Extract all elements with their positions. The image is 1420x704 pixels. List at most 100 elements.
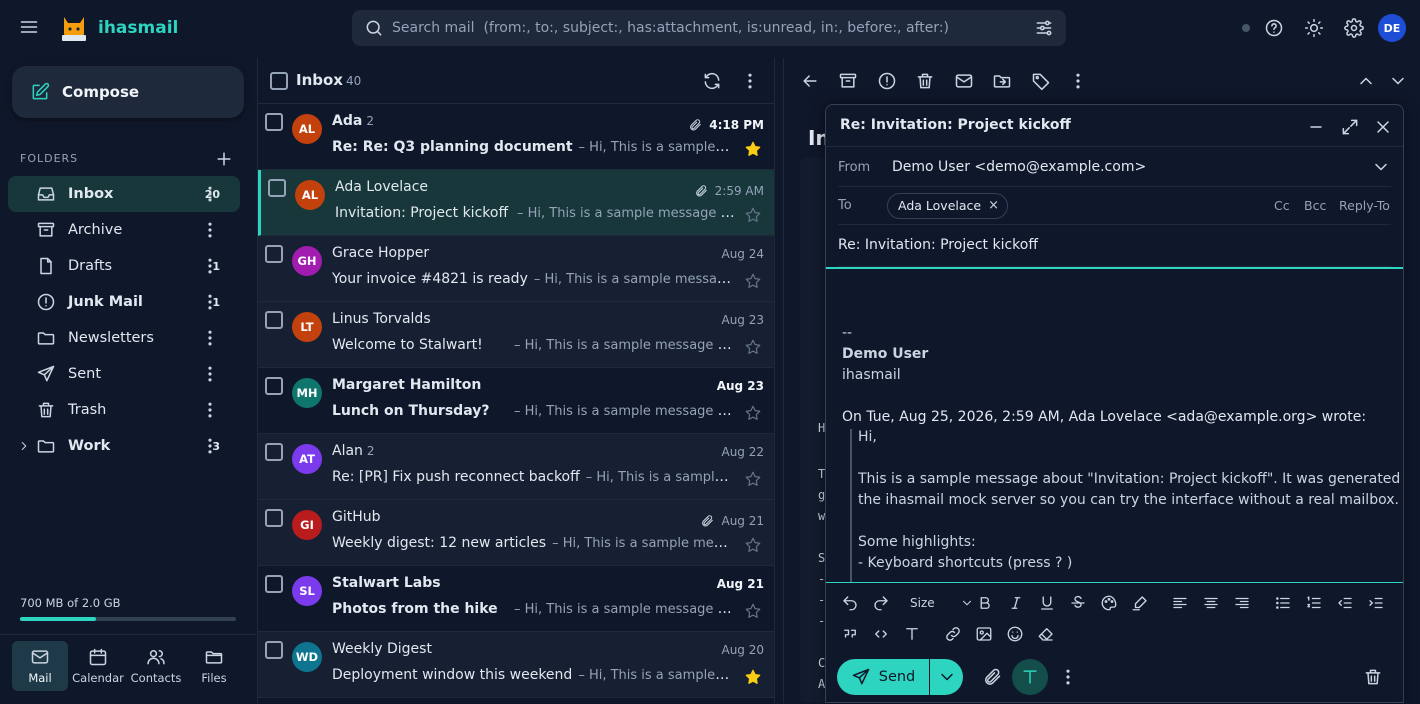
search-input[interactable]	[392, 10, 1022, 46]
back-arrow-icon[interactable]	[800, 71, 820, 91]
insert-link-icon[interactable]	[943, 624, 963, 644]
label-tag-icon[interactable]	[1031, 71, 1051, 91]
previous-message-chevron-up-icon[interactable]	[1356, 71, 1376, 91]
undo-icon[interactable]	[840, 593, 860, 613]
send-button[interactable]: Send	[837, 659, 929, 695]
row-checkbox[interactable]	[265, 443, 283, 461]
chevron-right-icon[interactable]	[16, 438, 32, 454]
refresh-icon[interactable]	[702, 71, 722, 91]
star-icon[interactable]	[744, 272, 762, 290]
search-bar[interactable]	[352, 10, 1066, 46]
sidebar-item-drafts[interactable]: Drafts 1	[8, 248, 240, 284]
star-icon[interactable]	[744, 404, 762, 422]
message-row[interactable]: LT Linus Torvalds Aug 23 Welcome to Stalwar…	[258, 302, 774, 368]
row-checkbox[interactable]	[265, 509, 283, 527]
menu-icon[interactable]	[19, 17, 39, 37]
chevron-down-icon[interactable]	[1371, 157, 1391, 177]
app-calendar[interactable]: Calendar	[70, 641, 126, 691]
mark-unread-mail-icon[interactable]	[954, 71, 974, 91]
outdent-icon[interactable]	[1335, 593, 1355, 613]
delete-trash-icon[interactable]	[915, 71, 935, 91]
message-row[interactable]: WD Weekly Digest Aug 20 Deployment window t…	[258, 632, 774, 698]
strikethrough-icon[interactable]	[1068, 593, 1088, 613]
more-vertical-icon[interactable]	[1058, 667, 1078, 687]
user-avatar[interactable]: DE	[1378, 14, 1406, 42]
minimize-icon[interactable]	[1306, 117, 1326, 137]
sidebar-item-inbox[interactable]: Inbox 20	[8, 176, 240, 212]
archive-icon[interactable]	[838, 71, 858, 91]
more-vertical-icon[interactable]	[1068, 71, 1088, 91]
app-name[interactable]: ihasmail	[98, 18, 178, 38]
star-icon[interactable]	[744, 140, 762, 158]
app-logo[interactable]	[58, 11, 90, 45]
more-vertical-icon[interactable]	[200, 364, 220, 384]
compose-button[interactable]: Compose	[12, 66, 244, 118]
star-icon[interactable]	[744, 338, 762, 356]
indent-icon[interactable]	[1366, 593, 1386, 613]
row-checkbox[interactable]	[265, 311, 283, 329]
sidebar-item-newsletters[interactable]: Newsletters	[8, 320, 240, 356]
more-vertical-icon[interactable]	[200, 220, 220, 240]
sidebar-item-junk-mail[interactable]: Junk Mail 1	[8, 284, 240, 320]
font-size-select[interactable]: Size	[910, 593, 977, 613]
clear-format-text-icon[interactable]	[902, 624, 922, 644]
subject-value[interactable]: Re: Invitation: Project kickoff	[838, 237, 1038, 253]
align-center-icon[interactable]	[1201, 593, 1221, 613]
next-message-chevron-down-icon[interactable]	[1388, 71, 1408, 91]
align-right-icon[interactable]	[1232, 593, 1252, 613]
filter-options-icon[interactable]	[1034, 18, 1054, 38]
underline-icon[interactable]	[1037, 593, 1057, 613]
eraser-icon[interactable]	[1036, 624, 1056, 644]
sidebar-item-trash[interactable]: Trash	[8, 392, 240, 428]
numbered-list-icon[interactable]	[1304, 593, 1324, 613]
send-options-button[interactable]	[930, 659, 963, 695]
theme-toggle-icon[interactable]	[1304, 18, 1324, 38]
to-field[interactable]: To Ada Lovelace × Cc Bcc Reply-To	[838, 187, 1391, 225]
reply-to-button[interactable]: Reply-To	[1339, 198, 1390, 213]
text-color-palette-icon[interactable]	[1099, 593, 1119, 613]
sidebar-item-sent[interactable]: Sent	[8, 356, 240, 392]
insert-image-icon[interactable]	[974, 624, 994, 644]
recipient-chip[interactable]: Ada Lovelace ×	[887, 193, 1009, 219]
row-checkbox[interactable]	[265, 377, 283, 395]
emoji-icon[interactable]	[1005, 624, 1025, 644]
star-icon[interactable]	[744, 602, 762, 620]
code-icon[interactable]	[871, 624, 891, 644]
star-icon[interactable]	[744, 470, 762, 488]
help-icon[interactable]	[1264, 18, 1284, 38]
app-mail[interactable]: Mail	[12, 641, 68, 691]
message-row[interactable]: GH Grace Hopper Aug 24 Your invoice #4821 i…	[258, 236, 774, 302]
star-icon[interactable]	[744, 536, 762, 554]
select-all-checkbox[interactable]	[270, 72, 288, 90]
app-contacts[interactable]: Contacts	[128, 641, 184, 691]
highlight-marker-icon[interactable]	[1130, 593, 1150, 613]
more-vertical-icon[interactable]	[740, 71, 760, 91]
cc-button[interactable]: Cc	[1274, 198, 1290, 213]
more-vertical-icon[interactable]	[200, 256, 220, 276]
message-editor[interactable]: -- Demo User ihasmail On Tue, Aug 25, 20…	[826, 267, 1403, 583]
report-spam-icon[interactable]	[877, 71, 897, 91]
settings-gear-icon[interactable]	[1344, 18, 1364, 38]
message-row[interactable]: MH Margaret Hamilton Aug 23 Lunch on Thursd…	[258, 368, 774, 434]
close-icon[interactable]	[1373, 117, 1393, 137]
more-vertical-icon[interactable]	[200, 328, 220, 348]
more-vertical-icon[interactable]	[200, 292, 220, 312]
discard-trash-icon[interactable]	[1363, 667, 1383, 687]
bold-icon[interactable]	[975, 593, 995, 613]
row-checkbox[interactable]	[265, 245, 283, 263]
more-vertical-icon[interactable]	[200, 400, 220, 420]
more-vertical-icon[interactable]	[200, 184, 220, 204]
sidebar-item-archive[interactable]: Archive	[8, 212, 240, 248]
expand-icon[interactable]	[1340, 117, 1360, 137]
from-field[interactable]: From Demo User <demo@example.com>	[838, 147, 1391, 187]
message-row[interactable]: GI GitHub Aug 21 Weekly digest: 12 new arti…	[258, 500, 774, 566]
row-checkbox[interactable]	[265, 641, 283, 659]
add-folder-icon[interactable]	[214, 149, 234, 169]
subject-field[interactable]: Re: Invitation: Project kickoff	[838, 225, 1391, 267]
remove-recipient-icon[interactable]: ×	[988, 194, 999, 218]
message-row[interactable]: AT Alan 2 Aug 22 Re: [PR] Fix push reconnect…	[258, 434, 774, 500]
message-row[interactable]: AL Ada 2 4:18 PM Re: Re: Q3 planning documen…	[258, 104, 774, 170]
align-left-icon[interactable]	[1170, 593, 1190, 613]
row-checkbox[interactable]	[265, 575, 283, 593]
from-value[interactable]: Demo User <demo@example.com>	[892, 159, 1146, 175]
